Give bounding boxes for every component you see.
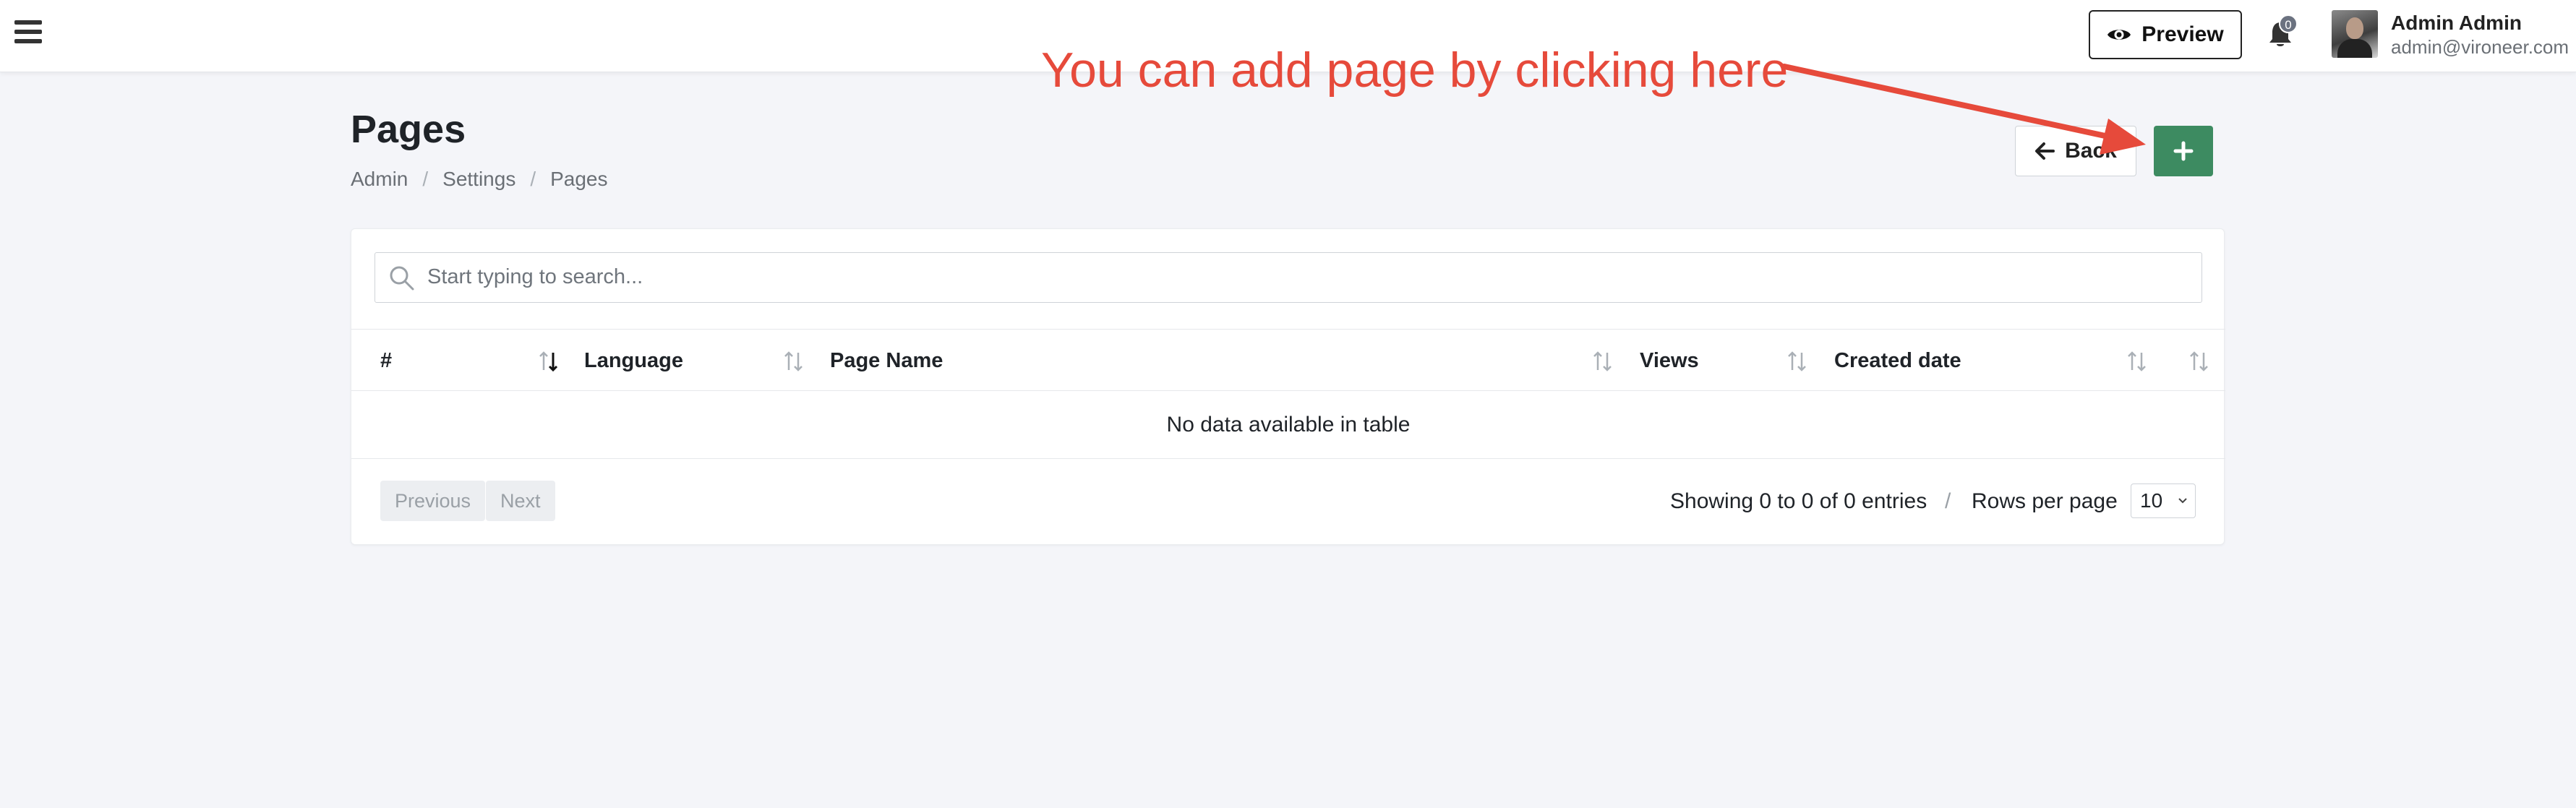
preview-button[interactable]: Preview bbox=[2089, 10, 2242, 59]
search-box bbox=[375, 252, 2202, 303]
plus-icon bbox=[2173, 141, 2194, 161]
rows-per-page-value: 10 bbox=[2140, 489, 2163, 512]
column-header-language[interactable]: Language bbox=[584, 330, 683, 392]
table-header: # Language Page Name Views Created date bbox=[351, 329, 2225, 391]
user-email: admin@vironeer.com bbox=[2391, 36, 2569, 58]
chevron-down-icon bbox=[2178, 498, 2187, 504]
breadcrumb-pages: Pages bbox=[550, 168, 608, 190]
back-button[interactable]: Back bbox=[2015, 126, 2136, 176]
annotation-text: You can add page by clicking here bbox=[1041, 43, 1789, 98]
sort-icon[interactable] bbox=[2188, 350, 2210, 373]
eye-icon bbox=[2108, 30, 2131, 40]
page-title: Pages bbox=[351, 108, 466, 151]
breadcrumb-settings[interactable]: Settings bbox=[442, 168, 515, 191]
sort-icon[interactable] bbox=[1592, 350, 1614, 373]
rows-per-page-select[interactable]: 10 bbox=[2131, 483, 2196, 518]
user-name[interactable]: Admin Admin bbox=[2391, 12, 2522, 35]
sort-desc-icon[interactable] bbox=[538, 350, 560, 373]
info-separator: / bbox=[1945, 489, 1951, 513]
preview-label: Preview bbox=[2141, 22, 2224, 46]
breadcrumb-separator: / bbox=[422, 168, 429, 190]
column-header-views[interactable]: Views bbox=[1640, 330, 1699, 392]
sort-icon[interactable] bbox=[783, 350, 805, 373]
notification-badge: 0 bbox=[2279, 14, 2298, 33]
column-header-created-date[interactable]: Created date bbox=[1834, 330, 1961, 392]
rows-per-page-label: Rows per page bbox=[1972, 489, 2118, 513]
avatar[interactable] bbox=[2332, 10, 2378, 58]
arrow-left-icon bbox=[2035, 142, 2055, 160]
hamburger-icon[interactable] bbox=[14, 20, 43, 49]
search-input[interactable] bbox=[427, 253, 2191, 301]
breadcrumb-admin[interactable]: Admin bbox=[351, 168, 408, 191]
sort-icon[interactable] bbox=[1786, 350, 1808, 373]
entries-info: Showing 0 to 0 of 0 entries bbox=[1670, 489, 1927, 513]
breadcrumb: Admin / Settings / Pages bbox=[351, 168, 608, 191]
search-icon bbox=[390, 266, 414, 291]
pages-table-card: # Language Page Name Views Created date bbox=[351, 228, 2225, 545]
sort-icon[interactable] bbox=[2126, 350, 2148, 373]
add-page-button[interactable] bbox=[2154, 126, 2213, 176]
back-label: Back bbox=[2065, 139, 2117, 163]
previous-page-button[interactable]: Previous bbox=[380, 481, 486, 521]
breadcrumb-separator: / bbox=[530, 168, 536, 190]
next-page-button[interactable]: Next bbox=[486, 481, 555, 521]
column-header-number[interactable]: # bbox=[380, 330, 392, 392]
empty-table-message: No data available in table bbox=[351, 391, 2225, 459]
column-header-page-name[interactable]: Page Name bbox=[830, 330, 943, 392]
